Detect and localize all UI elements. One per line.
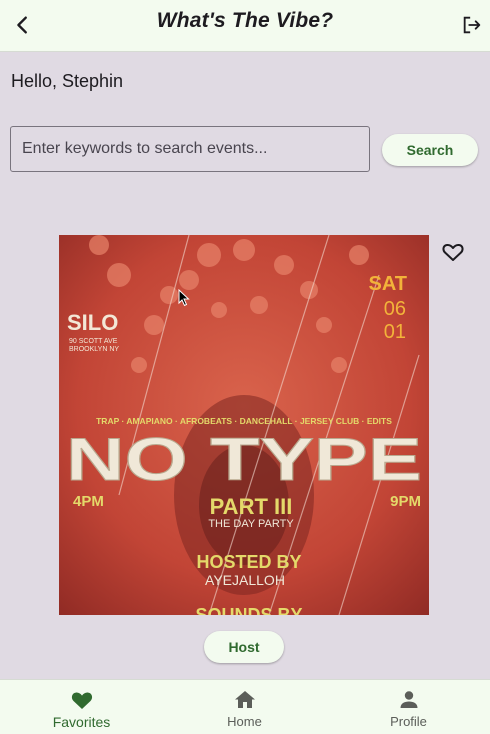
favorite-toggle[interactable] xyxy=(441,240,465,264)
page-title: What's The Vibe? xyxy=(156,9,334,32)
poster-address-line1: 90 SCOTT AVE xyxy=(69,338,118,345)
poster-genres: TRAP · AMAPIANO · AFROBEATS · DANCEHALL … xyxy=(96,416,392,426)
poster-subtitle: THE DAY PARTY xyxy=(208,518,294,530)
person-icon xyxy=(400,691,417,708)
search-button[interactable]: Search xyxy=(382,134,478,166)
greeting-text: Hello, Stephin xyxy=(11,71,124,91)
event-poster[interactable]: SILO 90 SCOTT AVE BROOKLYN NY SAT 06 01 … xyxy=(59,235,429,615)
poster-sounds-by: SOUNDS BY xyxy=(195,605,302,615)
poster-host-name: AYEJALLOH xyxy=(205,572,285,588)
host-button[interactable]: Host xyxy=(204,631,284,663)
nav-item-profile[interactable]: Profile xyxy=(327,680,490,734)
mouse-cursor-icon xyxy=(178,289,190,307)
poster-start-time: 4PM xyxy=(73,493,104,510)
nav-label: Favorites xyxy=(52,714,111,730)
home-icon xyxy=(234,691,255,708)
poster-day: SAT xyxy=(368,273,407,295)
poster-event-name: NO TYPE xyxy=(66,426,422,493)
heart-outline-icon xyxy=(442,243,464,261)
nav-label: Profile xyxy=(390,714,427,729)
app-bar: What's The Vibe? xyxy=(0,0,490,52)
search-input[interactable] xyxy=(10,126,370,172)
bottom-navigation: Favorites Home Profile xyxy=(0,679,490,734)
nav-label: Home xyxy=(227,714,262,729)
poster-hosted-by: HOSTED BY xyxy=(196,552,301,572)
heart-icon xyxy=(71,692,92,709)
poster-date: 01 xyxy=(384,321,406,343)
poster-venue: SILO xyxy=(67,310,118,335)
logout-button[interactable] xyxy=(459,12,485,38)
nav-item-home[interactable]: Home xyxy=(163,680,326,734)
nav-item-favorites[interactable]: Favorites xyxy=(0,680,163,734)
poster-address-line2: BROOKLYN NY xyxy=(69,346,119,353)
poster-end-time: 9PM xyxy=(390,493,421,510)
poster-month: 06 xyxy=(384,298,406,320)
poster-part: PART III xyxy=(210,494,293,519)
logout-icon xyxy=(463,16,481,34)
